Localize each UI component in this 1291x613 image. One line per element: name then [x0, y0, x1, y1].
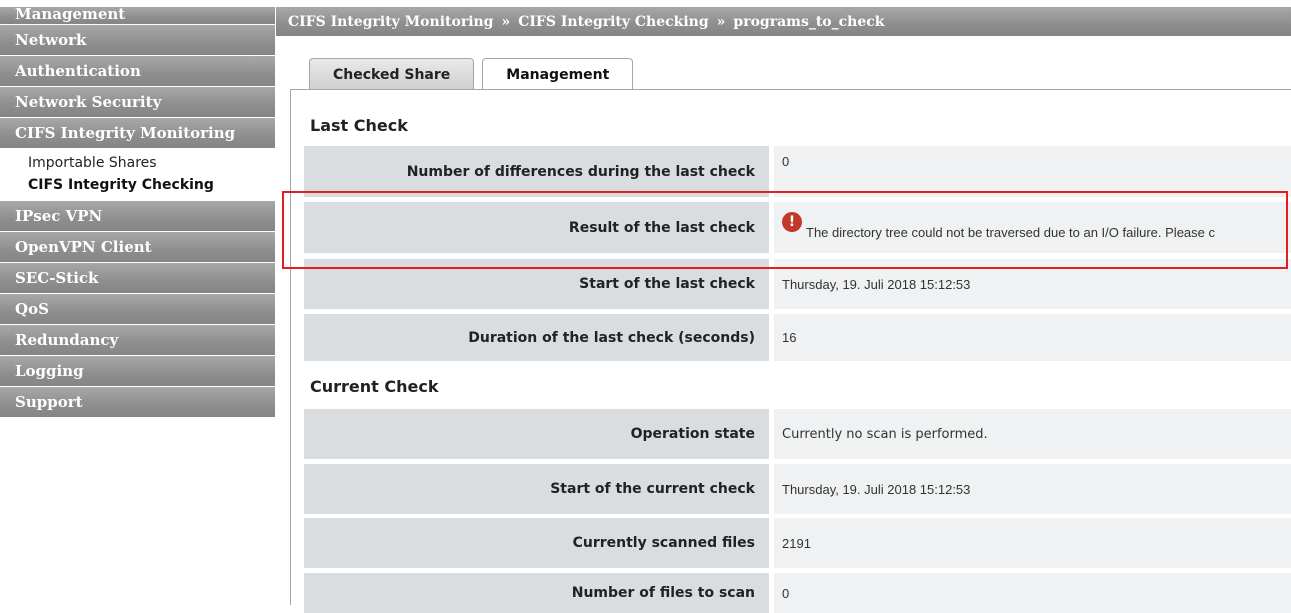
sidebar-item-support[interactable]: Support: [0, 387, 275, 418]
sidebar-subitem-cifs-integrity-checking[interactable]: CIFS Integrity Checking: [0, 177, 275, 201]
sidebar-item-label: Support: [15, 393, 83, 411]
row-value: 0: [774, 573, 1291, 613]
tab-label: Checked Share: [333, 66, 451, 83]
sidebar-item-openvpn-client[interactable]: OpenVPN Client: [0, 232, 275, 263]
row-label: Number of differences during the last ch…: [304, 146, 769, 197]
table-row: Result of the last check ! The directory…: [304, 202, 1291, 253]
sidebar-item-label: Management: [15, 5, 126, 23]
row-value: ! The directory tree could not be traver…: [774, 202, 1291, 253]
sidebar-item-authentication[interactable]: Authentication: [0, 56, 275, 87]
table-row: Operation state Currently no scan is per…: [304, 409, 1291, 459]
tab-bar: Checked Share Management: [309, 58, 634, 91]
row-label: Duration of the last check (seconds): [304, 314, 769, 361]
breadcrumb-item-cifs-integrity-monitoring[interactable]: CIFS Integrity Monitoring: [288, 14, 493, 30]
table-row: Number of files to scan 0: [304, 573, 1291, 613]
sidebar-subitem-label: CIFS Integrity Checking: [28, 177, 214, 193]
sidebar-item-label: Redundancy: [15, 331, 119, 349]
sidebar-item-label: CIFS Integrity Monitoring: [15, 124, 236, 142]
sidebar: Management Network Authentication Networ…: [0, 5, 275, 418]
row-value: Thursday, 19. Juli 2018 15:12:53: [774, 259, 1291, 309]
row-value: Thursday, 19. Juli 2018 15:12:53: [774, 464, 1291, 514]
breadcrumb-separator: »: [716, 13, 726, 30]
sidebar-item-network-security[interactable]: Network Security: [0, 87, 275, 118]
sidebar-subitem-label: Importable Shares: [28, 155, 157, 171]
sidebar-item-network[interactable]: Network: [0, 25, 275, 56]
sidebar-item-label: Authentication: [15, 62, 141, 80]
row-label: Number of files to scan: [304, 573, 769, 613]
error-message: The directory tree could not be traverse…: [806, 225, 1215, 240]
sidebar-item-redundancy[interactable]: Redundancy: [0, 325, 275, 356]
table-row: Start of the current check Thursday, 19.…: [304, 464, 1291, 514]
section-title-last-check: Last Check: [310, 116, 408, 135]
row-label: Start of the current check: [304, 464, 769, 514]
sidebar-item-management[interactable]: Management: [0, 5, 275, 25]
sidebar-item-qos[interactable]: QoS: [0, 294, 275, 325]
row-value: 16: [774, 314, 1291, 361]
tab-checked-share[interactable]: Checked Share: [309, 58, 475, 90]
breadcrumb-separator: »: [501, 13, 511, 30]
breadcrumb: CIFS Integrity Monitoring » CIFS Integri…: [276, 7, 1291, 36]
sidebar-item-cifs-integrity-monitoring[interactable]: CIFS Integrity Monitoring: [0, 118, 275, 149]
row-value: 2191: [774, 518, 1291, 568]
sidebar-item-label: OpenVPN Client: [15, 238, 152, 256]
sidebar-item-label: IPsec VPN: [15, 207, 103, 225]
sidebar-item-label: QoS: [15, 300, 49, 318]
sidebar-item-sec-stick[interactable]: SEC-Stick: [0, 263, 275, 294]
breadcrumb-item-cifs-integrity-checking[interactable]: CIFS Integrity Checking: [518, 14, 708, 30]
sidebar-subitem-importable-shares[interactable]: Importable Shares: [0, 149, 275, 177]
tab-label: Management: [506, 67, 610, 83]
table-row: Start of the last check Thursday, 19. Ju…: [304, 259, 1291, 309]
row-label: Currently scanned files: [304, 518, 769, 568]
row-value: Currently no scan is performed.: [774, 409, 1291, 459]
sidebar-item-ipsec-vpn[interactable]: IPsec VPN: [0, 201, 275, 232]
row-label: Start of the last check: [304, 259, 769, 309]
sidebar-item-label: Logging: [15, 362, 84, 380]
row-label: Result of the last check: [304, 202, 769, 253]
sidebar-item-label: Network: [15, 31, 87, 49]
row-value: 0: [774, 146, 1291, 197]
sidebar-item-label: SEC-Stick: [15, 269, 99, 287]
tab-panel: Last Check Number of differences during …: [290, 89, 1291, 613]
row-label: Operation state: [304, 409, 769, 459]
breadcrumb-item-current: programs_to_check: [733, 13, 885, 30]
tab-management[interactable]: Management: [482, 58, 634, 91]
table-row: Duration of the last check (seconds) 16: [304, 314, 1291, 361]
table-row: Number of differences during the last ch…: [304, 146, 1291, 197]
table-row: Currently scanned files 2191: [304, 518, 1291, 568]
error-icon: !: [782, 211, 802, 232]
sidebar-item-logging[interactable]: Logging: [0, 356, 275, 387]
sidebar-item-label: Network Security: [15, 93, 162, 111]
section-title-current-check: Current Check: [310, 377, 439, 396]
